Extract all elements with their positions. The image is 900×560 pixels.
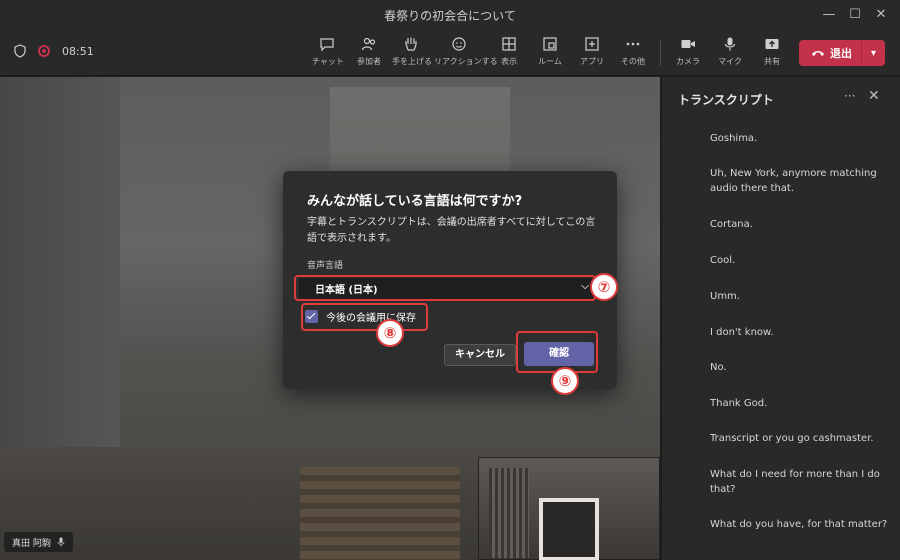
meeting-status: 08:51 (14, 44, 94, 58)
mic-small-icon (57, 537, 65, 547)
chat-icon (320, 38, 334, 52)
callout-box-8 (301, 303, 428, 331)
transcript-more-icon[interactable]: ··· (844, 89, 855, 103)
transcript-panel: トランスクリプト ··· ✕ Goshima. Uh, New York, an… (661, 77, 900, 560)
raise-hand-icon (405, 37, 417, 51)
minimize-button[interactable]: — (818, 5, 840, 25)
participant-nameplate: 真田 阿駒 (4, 532, 73, 552)
transcript-close-icon[interactable]: ✕ (868, 88, 880, 104)
view-label: 表示 (501, 57, 517, 66)
share-label: 共有 (764, 57, 780, 66)
transcript-line: No. (710, 362, 727, 373)
transcript-line: Cortana. (710, 219, 753, 230)
cancel-button[interactable]: キャンセル (444, 344, 516, 366)
apps-button[interactable]: アプリ (578, 36, 606, 72)
raise-hand-label: 手を上げる (392, 57, 432, 66)
room-label: ルーム (538, 57, 562, 66)
callout-badge-9: ⑨ (551, 367, 579, 395)
meeting-toolbar: 08:51 チャット 参加者 手を上げる リアクションする 表示 ルーム アプリ… (0, 30, 900, 76)
more-button[interactable]: その他 (618, 36, 648, 72)
transcript-line: Goshima. (710, 133, 758, 144)
callout-box-7 (294, 275, 596, 301)
leave-label: 退出 (830, 47, 852, 60)
view-button[interactable]: 表示 (496, 36, 522, 72)
transcript-title: トランスクリプト (678, 93, 774, 107)
self-view-door (539, 498, 599, 560)
mic-icon (724, 37, 736, 51)
chat-label: チャット (312, 57, 344, 66)
leave-button[interactable]: 退出 (799, 40, 861, 66)
maximize-button[interactable]: ☐ (844, 5, 866, 25)
dialog-title: みんなが話している言語は何ですか? (307, 194, 523, 209)
transcript-line: Thank God. (710, 398, 768, 409)
reaction-icon (452, 37, 466, 51)
shield-icon (14, 44, 26, 58)
transcript-line: Uh, New York, anymore matching audio the… (710, 168, 877, 194)
callout-box-9 (516, 331, 598, 373)
camera-button[interactable]: カメラ (674, 36, 702, 72)
view-icon (502, 37, 516, 51)
title-bar: 春祭りの初会合について — ☐ ✕ (0, 0, 900, 30)
transcript-line: Cool. (710, 255, 736, 266)
transcript-line: Transcript or you go cashmaster. (710, 433, 874, 444)
dialog-description: 字幕とトランスクリプトは、会議の出席者すべてに対してこの言語で表示されます。 (307, 217, 596, 244)
meeting-timer: 08:51 (62, 44, 94, 58)
transcript-line: What do you have, for that matter? (710, 519, 888, 530)
window-title: 春祭りの初会合について (384, 9, 516, 23)
more-icon (626, 42, 640, 46)
spoken-language-label: 音声言語 (307, 261, 344, 271)
mic-label: マイク (718, 57, 742, 66)
chat-button[interactable]: チャット (312, 36, 344, 72)
phone-hangup-icon (812, 51, 824, 56)
mic-button[interactable]: マイク (716, 36, 744, 72)
raise-hand-button[interactable]: 手を上げる (392, 36, 432, 72)
toolbar-divider (660, 40, 661, 66)
camera-icon (681, 40, 695, 48)
leave-options-chevron-icon[interactable]: ▾ (862, 48, 885, 59)
people-icon (361, 37, 376, 51)
close-window-button[interactable]: ✕ (870, 5, 892, 25)
reaction-label: リアクションする (434, 57, 498, 66)
reaction-button[interactable]: リアクションする (434, 36, 498, 72)
participants-button[interactable]: 参加者 (354, 36, 384, 72)
apps-icon (585, 37, 599, 51)
share-icon (765, 39, 779, 49)
recording-icon (38, 45, 50, 57)
self-view-video[interactable] (478, 457, 660, 560)
camera-label: カメラ (676, 57, 700, 66)
transcript-line: I don't know. (710, 327, 774, 338)
more-label: その他 (621, 57, 645, 66)
room-button[interactable]: ルーム (536, 36, 564, 72)
self-view-shelf (489, 468, 529, 558)
transcript-line: What do I need for more than I do that? (710, 469, 880, 495)
transcript-line: Umm. (710, 291, 740, 302)
apps-label: アプリ (580, 57, 604, 66)
participants-label: 参加者 (357, 57, 381, 66)
leave-button-group: 退出 ▾ (799, 40, 885, 66)
callout-badge-8: ⑧ (376, 319, 404, 347)
room-icon (543, 37, 557, 51)
callout-badge-7: ⑦ (590, 273, 618, 301)
participant-name: 真田 阿駒 (12, 538, 51, 549)
share-button[interactable]: 共有 (758, 36, 786, 72)
